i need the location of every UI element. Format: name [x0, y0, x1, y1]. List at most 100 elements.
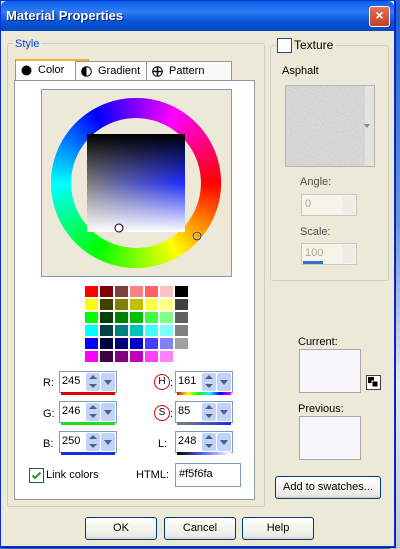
help-button[interactable]: Help — [242, 517, 314, 540]
palette-swatch[interactable] — [174, 298, 189, 311]
h-colon: : — [170, 377, 174, 389]
color-wheel-box — [41, 89, 232, 277]
previous-color-swatch[interactable] — [299, 416, 361, 460]
palette-swatch[interactable] — [174, 337, 189, 350]
palette-swatch[interactable] — [129, 285, 144, 298]
s-spinner[interactable] — [202, 403, 216, 421]
tab-pattern[interactable]: Pattern — [146, 61, 232, 81]
palette-swatch[interactable] — [144, 350, 159, 363]
angle-value: 0 — [305, 198, 312, 210]
l-spinner[interactable] — [202, 433, 216, 451]
r-spinner[interactable] — [86, 373, 100, 391]
swatch-palette[interactable] — [84, 285, 190, 363]
l-field[interactable]: 248 — [175, 431, 233, 455]
pattern-icon — [152, 66, 163, 77]
color-dot-icon — [21, 65, 32, 76]
palette-swatch[interactable] — [159, 324, 174, 337]
palette-swatch[interactable] — [84, 298, 99, 311]
g-field[interactable]: 246 — [59, 401, 117, 425]
palette-swatch[interactable] — [159, 311, 174, 324]
g-value: 246 — [62, 405, 81, 417]
palette-swatch[interactable] — [129, 311, 144, 324]
angle-spinner — [342, 196, 355, 214]
palette-swatch[interactable] — [129, 337, 144, 350]
l-level-bar — [177, 452, 231, 455]
palette-swatch[interactable] — [159, 285, 174, 298]
palette-swatch[interactable] — [114, 285, 129, 298]
g-label: G: — [43, 408, 55, 420]
tab-gradient[interactable]: Gradient — [75, 61, 155, 81]
palette-swatch[interactable] — [159, 350, 174, 363]
palette-swatch[interactable] — [159, 298, 174, 311]
scale-level-bar — [303, 261, 323, 264]
sl-picker-handle[interactable] — [114, 223, 124, 233]
palette-swatch[interactable] — [99, 285, 114, 298]
palette-swatch[interactable] — [174, 311, 189, 324]
h-spinner[interactable] — [202, 373, 216, 391]
palette-swatch[interactable] — [129, 350, 144, 363]
palette-swatch[interactable] — [84, 350, 99, 363]
r-dropdown[interactable] — [101, 373, 115, 391]
b-spinner[interactable] — [86, 433, 100, 451]
asphalt-texture-image — [290, 90, 370, 162]
palette-swatch[interactable] — [129, 298, 144, 311]
add-to-swatches-button[interactable]: Add to swatches... — [275, 476, 381, 499]
b-dropdown[interactable] — [101, 433, 115, 451]
scale-label: Scale: — [300, 226, 331, 238]
palette-swatch[interactable] — [114, 337, 129, 350]
palette-swatch[interactable] — [99, 311, 114, 324]
cancel-button[interactable]: Cancel — [164, 517, 236, 540]
palette-swatch[interactable] — [144, 285, 159, 298]
palette-swatch[interactable] — [144, 311, 159, 324]
l-dropdown[interactable] — [217, 433, 231, 451]
palette-swatch[interactable] — [99, 337, 114, 350]
h-dropdown[interactable] — [217, 373, 231, 391]
palette-swatch[interactable] — [114, 298, 129, 311]
palette-swatch[interactable] — [144, 298, 159, 311]
palette-swatch[interactable] — [84, 311, 99, 324]
saturation-lightness-overlay — [87, 134, 185, 232]
s-dropdown[interactable] — [217, 403, 231, 421]
palette-swatch[interactable] — [84, 337, 99, 350]
palette-swatch[interactable] — [99, 298, 114, 311]
b-level-bar — [61, 452, 115, 455]
palette-swatch[interactable] — [84, 285, 99, 298]
g-dropdown[interactable] — [101, 403, 115, 421]
palette-swatch[interactable] — [159, 337, 174, 350]
palette-swatch[interactable] — [99, 350, 114, 363]
texture-checkbox[interactable] — [277, 38, 292, 53]
palette-swatch[interactable] — [144, 337, 159, 350]
palette-swatch[interactable] — [114, 311, 129, 324]
h-field[interactable]: 161 — [175, 371, 233, 395]
s-field[interactable]: 85 — [175, 401, 233, 425]
b-field[interactable]: 250 — [59, 431, 117, 455]
b-label: B: — [43, 438, 54, 450]
link-colors-checkbox[interactable] — [29, 468, 44, 483]
palette-swatch[interactable] — [174, 285, 189, 298]
palette-swatch[interactable] — [174, 350, 189, 363]
palette-swatch[interactable] — [129, 324, 144, 337]
color-wheel[interactable] — [42, 90, 231, 276]
angle-field: 0 — [301, 194, 357, 216]
b-value: 250 — [62, 435, 81, 447]
palette-swatch[interactable] — [84, 324, 99, 337]
gradient-icon — [81, 66, 92, 77]
ok-button[interactable]: OK — [85, 517, 157, 540]
s-value: 85 — [178, 405, 191, 417]
title-bar[interactable]: Material Properties × — [1, 1, 394, 31]
g-spinner[interactable] — [86, 403, 100, 421]
swap-colors-icon — [368, 377, 379, 388]
r-field[interactable]: 245 — [59, 371, 117, 395]
html-field[interactable]: #f5f6fa — [175, 463, 241, 487]
palette-swatch[interactable] — [144, 324, 159, 337]
texture-preview[interactable] — [285, 85, 375, 167]
s-label: S — [158, 407, 166, 418]
close-button[interactable]: × — [369, 6, 390, 27]
palette-swatch[interactable] — [99, 324, 114, 337]
palette-swatch[interactable] — [114, 350, 129, 363]
l-value: 248 — [178, 435, 197, 447]
palette-swatch[interactable] — [114, 324, 129, 337]
h-level-bar — [177, 392, 231, 395]
palette-swatch[interactable] — [174, 324, 189, 337]
swap-colors-button[interactable] — [366, 375, 381, 390]
